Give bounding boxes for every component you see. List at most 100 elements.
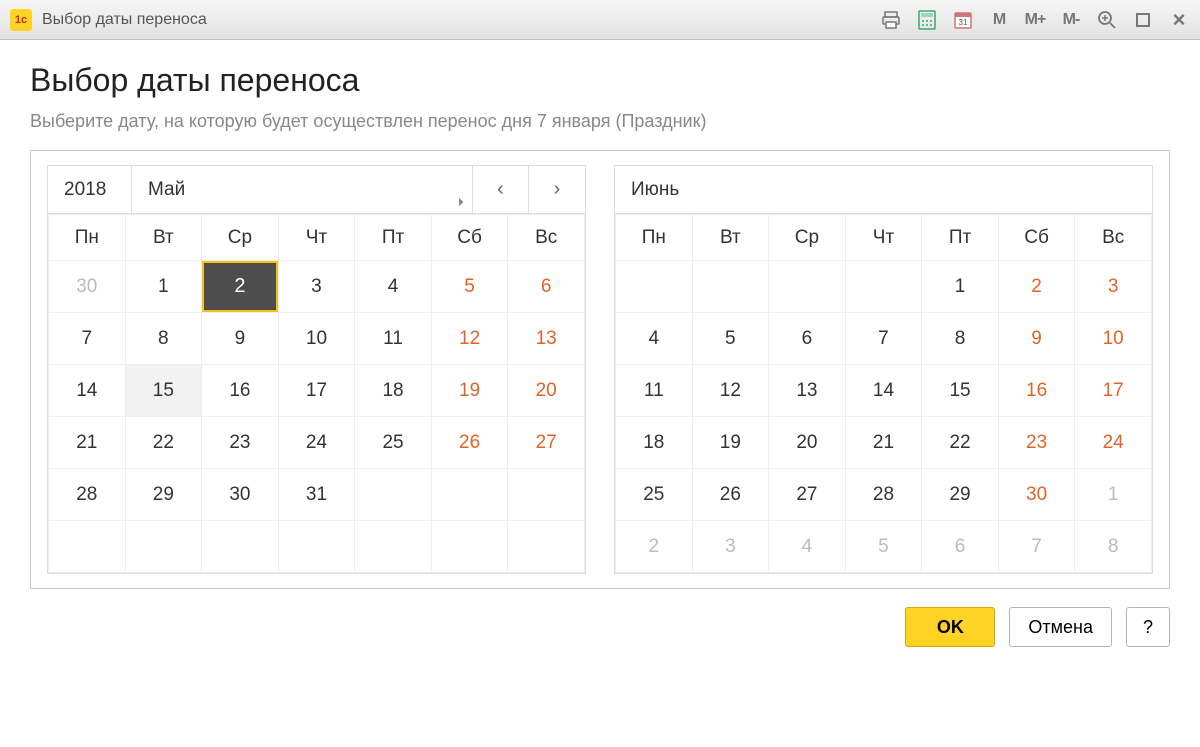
calendar-day[interactable]: 8	[125, 313, 202, 365]
calendar-day[interactable]: 13	[508, 313, 585, 365]
weekday-header: Чт	[278, 215, 355, 261]
calendar-day[interactable]: 15	[922, 365, 999, 417]
calendar-day[interactable]: 17	[278, 365, 355, 417]
next-month-button[interactable]: ›	[529, 166, 585, 213]
calendar-day[interactable]: 29	[922, 469, 999, 521]
calendar-day[interactable]: 2	[998, 261, 1075, 313]
calendar-day[interactable]: 30	[202, 469, 279, 521]
calendar-day[interactable]: 28	[49, 469, 126, 521]
calendar-day[interactable]: 14	[845, 365, 922, 417]
calendar-day[interactable]: 2	[616, 521, 693, 573]
calendar-day[interactable]: 10	[278, 313, 355, 365]
svg-text:31: 31	[959, 18, 968, 27]
calendar-day	[125, 521, 202, 573]
calendar-day[interactable]: 17	[1075, 365, 1152, 417]
calendar-day[interactable]: 21	[845, 417, 922, 469]
calendar-day[interactable]: 10	[1075, 313, 1152, 365]
calendar-icon[interactable]: 31	[952, 9, 974, 31]
weekday-header: Сб	[998, 215, 1075, 261]
calendar-day[interactable]: 22	[125, 417, 202, 469]
help-button[interactable]: ?	[1126, 607, 1170, 647]
calendar-day[interactable]: 5	[845, 521, 922, 573]
calendar-day[interactable]: 12	[431, 313, 508, 365]
calendar-day[interactable]: 4	[355, 261, 432, 313]
calendar-day[interactable]: 9	[998, 313, 1075, 365]
calendar-day[interactable]: 8	[1075, 521, 1152, 573]
calendar-day[interactable]: 6	[922, 521, 999, 573]
calendar-day[interactable]: 8	[922, 313, 999, 365]
calendar-day[interactable]: 26	[692, 469, 769, 521]
calendar-day[interactable]: 26	[431, 417, 508, 469]
calculator-icon[interactable]	[916, 9, 938, 31]
prev-month-button[interactable]: ‹	[473, 166, 529, 213]
calendar-day[interactable]: 7	[998, 521, 1075, 573]
calendar-day[interactable]: 13	[769, 365, 846, 417]
calendar-day[interactable]: 30	[998, 469, 1075, 521]
content-area: Выбор даты переноса Выберите дату, на ко…	[0, 40, 1200, 747]
month-label-2: Июнь	[615, 166, 1152, 213]
calendar-day[interactable]: 9	[202, 313, 279, 365]
print-icon[interactable]	[880, 9, 902, 31]
month-header-1: 2018 Май ‹ ›	[48, 166, 585, 214]
calendar-day[interactable]: 27	[508, 417, 585, 469]
month-selector[interactable]: Май	[132, 166, 473, 213]
calendar-table-2: ПнВтСрЧтПтСбВс 1234567891011121314151617…	[615, 214, 1152, 573]
calendar-day[interactable]: 24	[1075, 417, 1152, 469]
calendar-day[interactable]: 18	[616, 417, 693, 469]
calendar-day[interactable]: 5	[692, 313, 769, 365]
cancel-button[interactable]: Отмена	[1009, 607, 1112, 647]
close-icon[interactable]: ×	[1168, 9, 1190, 31]
maximize-icon[interactable]	[1132, 9, 1154, 31]
calendar-day[interactable]: 19	[692, 417, 769, 469]
memory-mminus-button[interactable]: M-	[1060, 9, 1082, 31]
calendar-day[interactable]: 25	[616, 469, 693, 521]
calendar-day[interactable]: 24	[278, 417, 355, 469]
calendar-day[interactable]: 29	[125, 469, 202, 521]
calendar-day[interactable]: 1	[125, 261, 202, 313]
calendar-day[interactable]: 15	[125, 365, 202, 417]
calendar-day[interactable]: 1	[1075, 469, 1152, 521]
calendar-day[interactable]: 19	[431, 365, 508, 417]
zoom-icon[interactable]	[1096, 9, 1118, 31]
calendar-day[interactable]: 20	[769, 417, 846, 469]
ok-button[interactable]: OK	[905, 607, 995, 647]
calendar-day[interactable]: 11	[355, 313, 432, 365]
calendar-day[interactable]: 16	[202, 365, 279, 417]
weekday-header: Пн	[49, 215, 126, 261]
calendar-day[interactable]: 7	[845, 313, 922, 365]
calendar-day[interactable]: 11	[616, 365, 693, 417]
calendar-day[interactable]: 27	[769, 469, 846, 521]
weekday-header: Вс	[1075, 215, 1152, 261]
calendar-day[interactable]: 30	[49, 261, 126, 313]
calendar-day[interactable]: 4	[769, 521, 846, 573]
calendar-day[interactable]: 3	[692, 521, 769, 573]
calendar-day[interactable]: 16	[998, 365, 1075, 417]
calendar-day[interactable]: 1	[922, 261, 999, 313]
calendar-day[interactable]: 3	[278, 261, 355, 313]
memory-m-button[interactable]: M	[988, 9, 1010, 31]
weekday-header: Вт	[692, 215, 769, 261]
calendar-day[interactable]: 6	[769, 313, 846, 365]
memory-mplus-button[interactable]: M+	[1024, 9, 1046, 31]
calendar-day[interactable]: 28	[845, 469, 922, 521]
calendar-day[interactable]: 23	[202, 417, 279, 469]
calendar-day[interactable]: 31	[278, 469, 355, 521]
titlebar: 1c Выбор даты переноса 31 M M+ M- ×	[0, 0, 1200, 40]
calendar-day[interactable]: 12	[692, 365, 769, 417]
calendar-day	[431, 521, 508, 573]
app-icon: 1c	[10, 9, 32, 31]
calendar-day[interactable]: 14	[49, 365, 126, 417]
calendar-day[interactable]: 23	[998, 417, 1075, 469]
calendar-day[interactable]: 2	[202, 261, 279, 313]
calendar-day[interactable]: 21	[49, 417, 126, 469]
calendar-day[interactable]: 7	[49, 313, 126, 365]
calendar-day[interactable]: 18	[355, 365, 432, 417]
year-selector[interactable]: 2018	[48, 166, 132, 213]
calendar-day[interactable]: 4	[616, 313, 693, 365]
calendar-day[interactable]: 3	[1075, 261, 1152, 313]
calendar-day[interactable]: 6	[508, 261, 585, 313]
calendar-day[interactable]: 25	[355, 417, 432, 469]
calendar-day[interactable]: 22	[922, 417, 999, 469]
calendar-day[interactable]: 5	[431, 261, 508, 313]
calendar-day[interactable]: 20	[508, 365, 585, 417]
